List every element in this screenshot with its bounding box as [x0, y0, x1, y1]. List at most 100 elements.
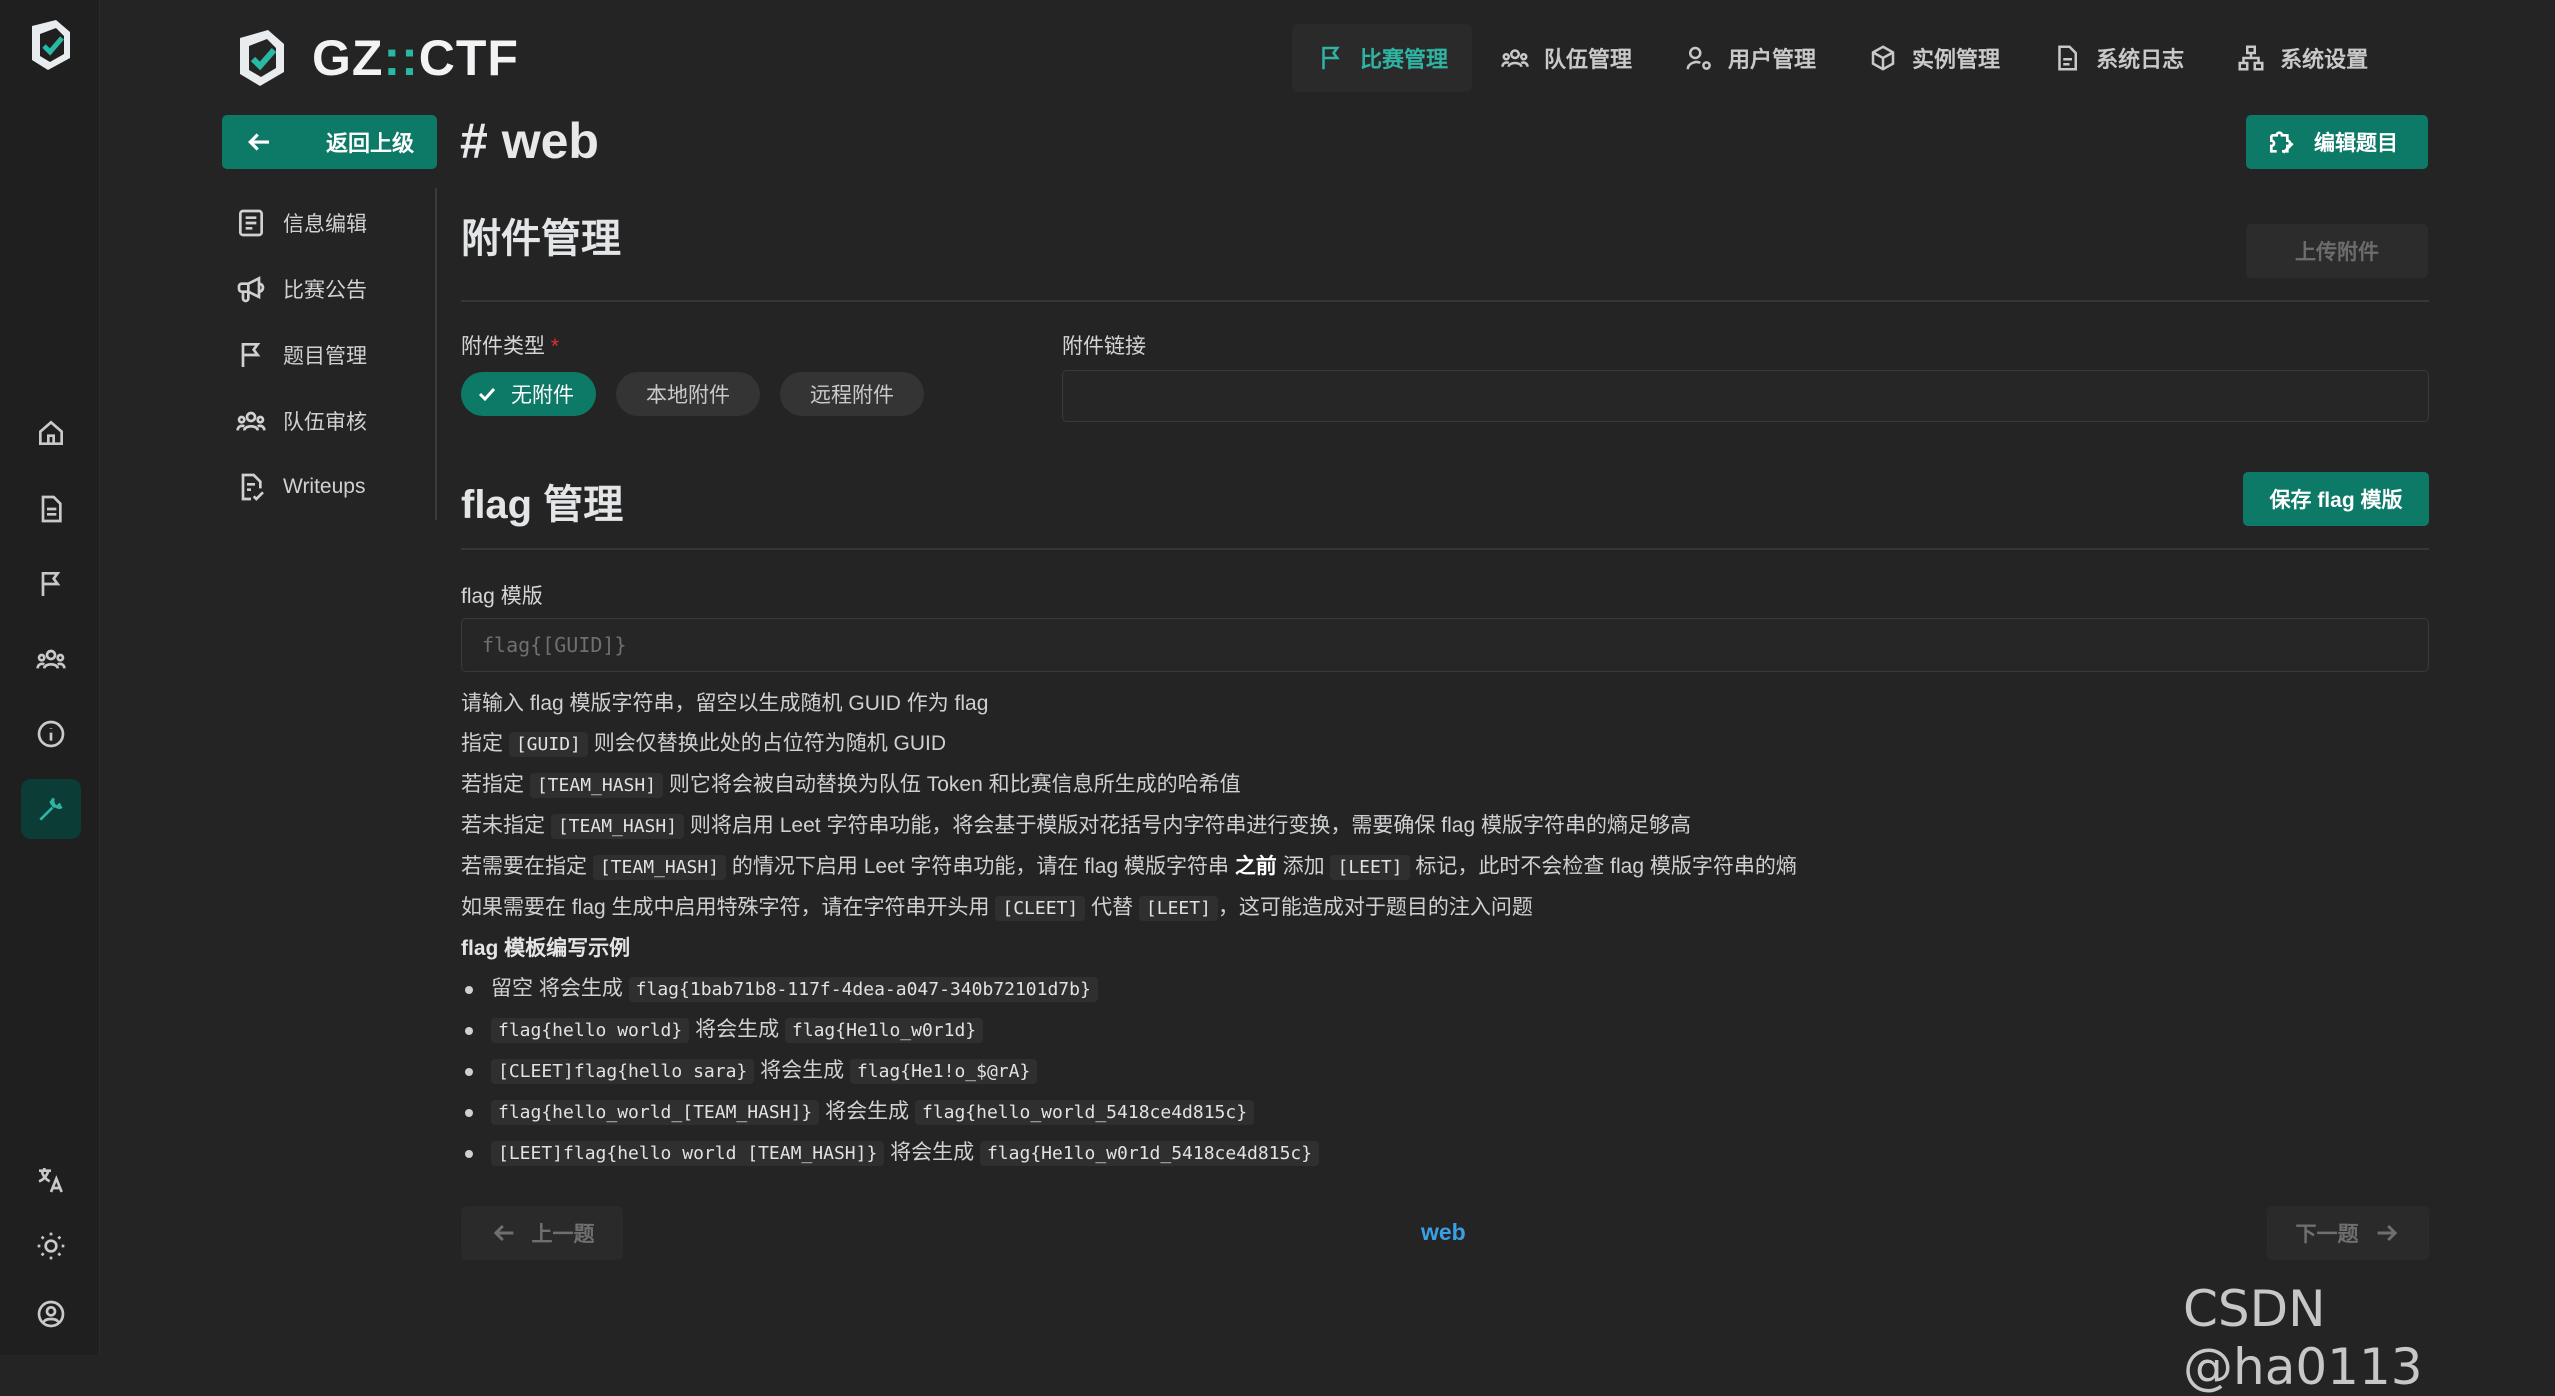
attachment-link-group: 附件链接: [1062, 330, 2429, 422]
app-logo-icon[interactable]: [26, 18, 76, 72]
topnav-label: 系统设置: [2280, 47, 2369, 72]
chip-local-attachment[interactable]: 本地附件: [616, 372, 760, 416]
page-title: # web: [460, 113, 599, 169]
file-check-icon: [241, 473, 264, 501]
info-icon[interactable]: [21, 704, 81, 764]
sun-icon[interactable]: [21, 1216, 81, 1276]
document-icon[interactable]: [21, 479, 81, 539]
subnav-divider: [435, 188, 437, 520]
translate-icon[interactable]: [21, 1150, 81, 1210]
subnav-info-edit[interactable]: 信息编辑: [235, 190, 435, 256]
help-line: 若需要在指定 [TEAM_HASH] 的情况下启用 Leet 字符串功能，请在 …: [461, 855, 1797, 880]
topnav-system-log[interactable]: 系统日志: [2028, 24, 2208, 92]
back-button[interactable]: 返回上级: [222, 115, 437, 169]
attachment-link-input[interactable]: [1062, 370, 2429, 422]
next-label: 下一题: [2295, 1223, 2359, 1246]
save-flag-template-button[interactable]: 保存 flag 模版: [2243, 472, 2429, 526]
users-icon[interactable]: [21, 629, 81, 689]
help-line: 如果需要在 flag 生成中启用特殊字符，请在字符串开头用 [CLEET] 代替…: [461, 896, 1533, 921]
speakerphone-icon: [237, 276, 265, 303]
flag-help: 请输入 flag 模版字符串，留空以生成随机 GUID 作为 flag 指定 […: [461, 684, 2429, 1174]
topnav-label: 队伍管理: [1544, 47, 1633, 72]
edit-challenge-button[interactable]: 编辑题目: [2246, 115, 2428, 169]
chip-label: 远程附件: [810, 384, 894, 407]
arrow-right-icon: [2377, 1224, 2397, 1242]
topnav-label: 系统日志: [2096, 47, 2185, 72]
users-icon: [1501, 49, 1529, 68]
flag-template-input[interactable]: flag{[GUID]}: [461, 618, 2429, 672]
wrench-icon[interactable]: [21, 779, 81, 839]
topnav-team-manage[interactable]: 队伍管理: [1476, 24, 1656, 92]
topnav-label: 用户管理: [1728, 47, 1817, 72]
brand-name: GZ::CTF: [312, 30, 519, 86]
chip-remote-attachment[interactable]: 远程附件: [780, 372, 924, 416]
topnav-system-settings[interactable]: 系统设置: [2212, 24, 2392, 92]
flag-management-title: flag 管理: [461, 483, 624, 527]
topnav-game-manage[interactable]: 比赛管理: [1292, 24, 1473, 92]
help-line: 指定 [GUID] 则会仅替换此处的占位符为随机 GUID: [461, 732, 947, 757]
subnav-label: 比赛公告: [283, 279, 367, 302]
home-icon[interactable]: [21, 403, 81, 463]
attachment-link-label: 附件链接: [1062, 335, 1146, 358]
attachments-divider: [461, 300, 2429, 302]
topnav-instance-manage[interactable]: 实例管理: [1844, 24, 2024, 92]
subnav-label: 信息编辑: [283, 213, 367, 236]
puzzle-edit-icon: [2270, 131, 2294, 154]
check-icon: [478, 387, 496, 402]
watermark: CSDN @ha0113: [2183, 1280, 2423, 1396]
prev-label: 上一题: [531, 1223, 595, 1246]
arrow-left-icon: [493, 1224, 513, 1242]
user-circle-icon[interactable]: [21, 1284, 81, 1344]
flag-template-group: flag 模版 flag{[GUID]}: [461, 580, 2429, 672]
upload-attachment-button[interactable]: 上传附件: [2246, 224, 2428, 278]
attachment-type-label: 附件类型 *: [461, 335, 560, 358]
sub-nav: 信息编辑 比赛公告 题目管理 队伍审核 Writeups: [235, 190, 435, 520]
example-list: 留空 将会生成 flag{1bab71b8-117f-4dea-a047-340…: [461, 969, 2429, 1174]
attachment-type-group: 附件类型 * 无附件 本地附件 远程附件: [461, 330, 944, 416]
hierarchy-icon: [2238, 45, 2264, 71]
help-line: 请输入 flag 模版字符串，留空以生成随机 GUID 作为 flag: [461, 692, 989, 715]
list-item: flag{hello world} 将会生成 flag{He1lo_w0r1d}: [461, 1010, 2429, 1051]
help-line: 若未指定 [TEAM_HASH] 则将启用 Leet 字符串功能，将会基于模版对…: [461, 814, 1691, 839]
subnav-notice[interactable]: 比赛公告: [235, 256, 435, 322]
help-line: 若指定 [TEAM_HASH] 则它将会被自动替换为队伍 Token 和比赛信息…: [461, 773, 1241, 798]
side-rail: [0, 0, 100, 1355]
list-icon: [239, 209, 263, 237]
user-cog-icon: [1686, 46, 1711, 70]
flag-icon: [1322, 46, 1340, 70]
list-item: [CLEET]flag{hello sara} 将会生成 flag{He1!o_…: [461, 1051, 2429, 1092]
subnav-team-review[interactable]: 队伍审核: [235, 388, 435, 454]
list-item: flag{hello_world_[TEAM_HASH]} 将会生成 flag{…: [461, 1092, 2429, 1133]
flag-icon[interactable]: [21, 554, 81, 614]
flag-icon: [241, 343, 261, 367]
box-icon: [1871, 45, 1895, 71]
subnav-label: Writeups: [283, 475, 366, 498]
subnav-writeups[interactable]: Writeups: [235, 454, 435, 520]
topnav-label: 实例管理: [1912, 47, 2001, 72]
chip-label: 本地附件: [646, 384, 730, 407]
flag-divider: [461, 548, 2429, 550]
list-item: [LEET]flag{hello world [TEAM_HASH]} 将会生成…: [461, 1133, 2429, 1174]
subnav-label: 题目管理: [283, 345, 367, 368]
prev-challenge-button[interactable]: 上一题: [461, 1206, 623, 1260]
arrow-left-icon: [248, 133, 269, 151]
users-icon: [236, 411, 266, 431]
chip-label: 无附件: [511, 384, 574, 407]
back-button-label: 返回上级: [326, 131, 415, 156]
top-nav: 比赛管理 队伍管理 用户管理 实例管理 系统日志 系统设置: [1292, 24, 2396, 92]
chip-no-attachment[interactable]: 无附件: [461, 372, 596, 416]
topnav-user-manage[interactable]: 用户管理: [1660, 24, 1840, 92]
brand[interactable]: GZ::CTF: [234, 28, 519, 88]
attachment-type-chips: 无附件 本地附件 远程附件: [461, 372, 944, 416]
subnav-challenge-manage[interactable]: 题目管理: [235, 322, 435, 388]
edit-challenge-label: 编辑题目: [2314, 132, 2398, 155]
brand-logo-icon: [240, 30, 284, 86]
list-item: 留空 将会生成 flag{1bab71b8-117f-4dea-a047-340…: [461, 969, 2429, 1010]
subnav-label: 队伍审核: [283, 411, 367, 434]
example-title: flag 模板编写示例: [461, 937, 631, 960]
next-challenge-button[interactable]: 下一题: [2267, 1206, 2429, 1260]
attachments-title: 附件管理: [461, 217, 621, 261]
topnav-label: 比赛管理: [1360, 47, 1449, 72]
flag-template-label: flag 模版: [461, 585, 543, 608]
file-icon: [2058, 45, 2078, 71]
